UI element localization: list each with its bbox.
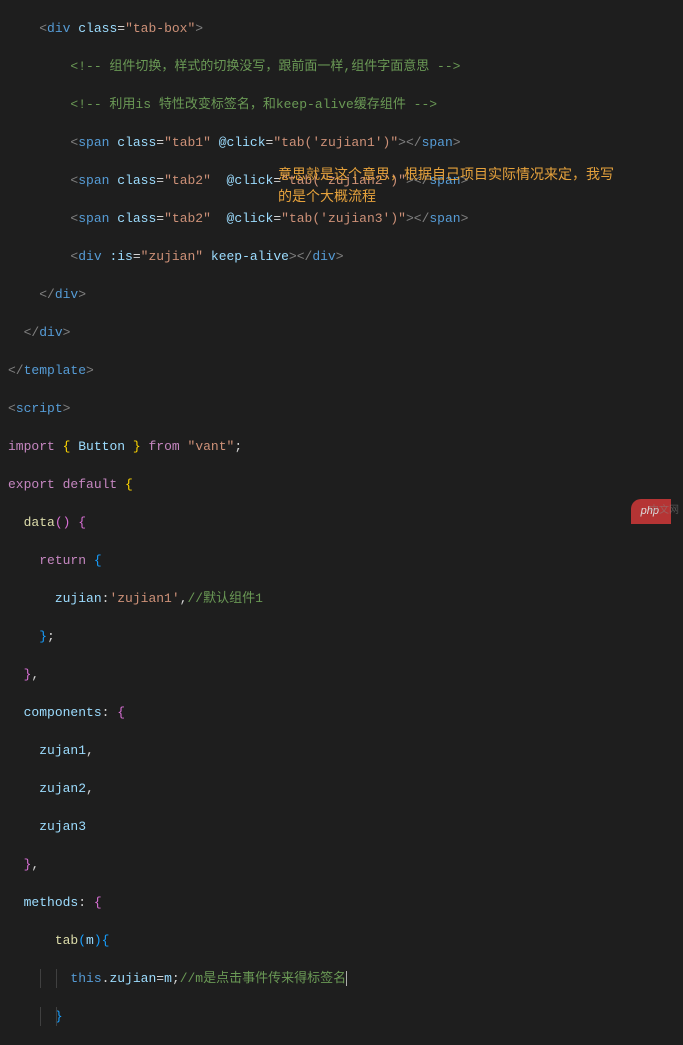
code-line: this.zujian=m;//m是点击事件传来得标签名 — [0, 969, 683, 988]
code-line: export default { — [0, 475, 683, 494]
code-line: </template> — [0, 361, 683, 380]
code-line: <!-- 利用is 特性改变标签名，和keep-alive缓存组件 --> — [0, 95, 683, 114]
code-line: zujan3 — [0, 817, 683, 836]
code-line: }, — [0, 855, 683, 874]
code-line: zujian:'zujian1',//默认组件1 — [0, 589, 683, 608]
code-line: <!-- 组件切换，样式的切换没写，跟前面一样,组件字面意思 --> — [0, 57, 683, 76]
code-line: } — [0, 1007, 683, 1026]
code-line: </div> — [0, 285, 683, 304]
code-line: <div class="tab-box"> — [0, 19, 683, 38]
code-line: }; — [0, 627, 683, 646]
code-line: import { Button } from "vant"; — [0, 437, 683, 456]
code-line: <span class="tab2" @click="tab('zujian3'… — [0, 209, 683, 228]
code-line: data() { — [0, 513, 683, 532]
code-line: components: { — [0, 703, 683, 722]
code-line: <script> — [0, 399, 683, 418]
code-editor[interactable]: <div class="tab-box"> <!-- 组件切换，样式的切换没写，… — [0, 0, 683, 1045]
code-line: tab(m){ — [0, 931, 683, 950]
code-line: </div> — [0, 323, 683, 342]
watermark-cn: 中文网 — [649, 501, 679, 520]
code-line: return { — [0, 551, 683, 570]
code-line: zujan1, — [0, 741, 683, 760]
code-line: <span class="tab1" @click="tab('zujian1'… — [0, 133, 683, 152]
code-line: <div :is="zujian" keep-alive></div> — [0, 247, 683, 266]
text-cursor — [346, 971, 347, 986]
annotation-text: 意思就是这个意思，根据自己项目实际情况来定，我写 的是个大概流程 — [278, 165, 668, 209]
code-line: methods: { — [0, 893, 683, 912]
code-line: zujan2, — [0, 779, 683, 798]
code-line: }, — [0, 665, 683, 684]
